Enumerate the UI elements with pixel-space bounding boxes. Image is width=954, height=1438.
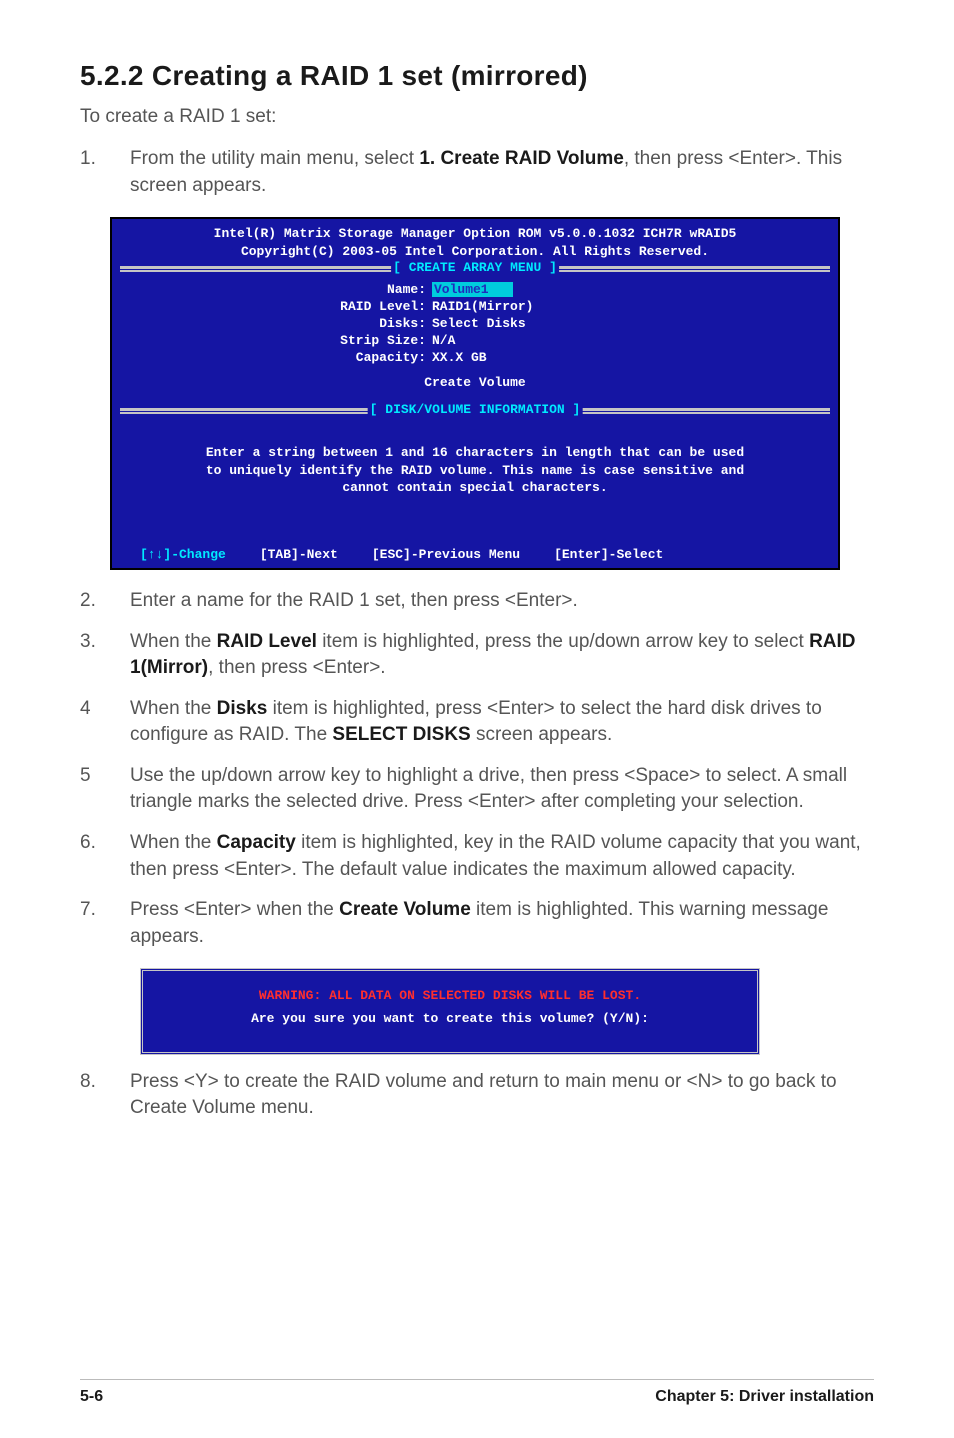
- bold-text: Create Volume: [339, 899, 471, 920]
- bold-text: SELECT DISKS: [332, 724, 470, 745]
- text: Enter a name for the RAID 1 set, then pr…: [130, 590, 578, 611]
- field-value: Select Disks: [432, 316, 526, 331]
- text: Use the up/down arrow key to highlight a…: [130, 765, 847, 813]
- info-line: cannot contain special characters.: [140, 479, 810, 497]
- field-label: Strip Size:: [122, 333, 432, 348]
- bold-text: RAID Level: [217, 631, 317, 652]
- text: , then press <Enter>.: [208, 657, 385, 678]
- bios-header: Intel(R) Matrix Storage Manager Option R…: [112, 219, 838, 266]
- disk-volume-info: Enter a string between 1 and 16 characte…: [112, 414, 838, 541]
- field-value: N/A: [432, 333, 455, 348]
- key-hint: [TAB]-Next: [260, 547, 338, 562]
- warning-screenshot: WARNING: ALL DATA ON SELECTED DISKS WILL…: [140, 968, 760, 1054]
- step-list-1: 1. From the utility main menu, select 1.…: [80, 146, 874, 199]
- field-label: Capacity:: [122, 350, 432, 365]
- section-heading: 5.2.2 Creating a RAID 1 set (mirrored): [80, 60, 874, 92]
- field-label: Disks:: [122, 316, 432, 331]
- text: Press <Enter> when the: [130, 899, 339, 920]
- step-number: 8.: [80, 1069, 96, 1096]
- field-label: RAID Level:: [122, 299, 432, 314]
- step-7: 7. Press <Enter> when the Create Volume …: [80, 897, 874, 950]
- step-3: 3. When the RAID Level item is highlight…: [80, 629, 874, 682]
- step-6: 6. When the Capacity item is highlighted…: [80, 830, 874, 883]
- text: screen appears.: [471, 724, 613, 745]
- step-number: 7.: [80, 897, 96, 924]
- info-line: Enter a string between 1 and 16 characte…: [140, 444, 810, 462]
- step-number: 3.: [80, 629, 96, 656]
- key-hint: [Enter]-Select: [554, 547, 663, 562]
- text: item is highlighted, press the up/down a…: [317, 631, 809, 652]
- bios-keymap: [↑↓]-Change [TAB]-Next [ESC]-Previous Me…: [112, 541, 838, 568]
- step-4: 4 When the Disks item is highlighted, pr…: [80, 696, 874, 749]
- chapter-title: Chapter 5: Driver installation: [655, 1388, 874, 1406]
- step-8: 8. Press <Y> to create the RAID volume a…: [80, 1069, 874, 1122]
- intro-text: To create a RAID 1 set:: [80, 106, 874, 128]
- field-value: XX.X GB: [432, 350, 487, 365]
- step-5: 5 Use the up/down arrow key to highlight…: [80, 763, 874, 816]
- field-label: Name:: [122, 282, 432, 297]
- text: When the: [130, 631, 217, 652]
- step-list-3: 8. Press <Y> to create the RAID volume a…: [80, 1069, 874, 1122]
- step-number: 1.: [80, 146, 96, 173]
- step-number: 4: [80, 696, 91, 723]
- text: When the: [130, 832, 217, 853]
- bios-screenshot: Intel(R) Matrix Storage Manager Option R…: [110, 217, 840, 570]
- text: Press <Y> to create the RAID volume and …: [130, 1071, 837, 1119]
- bold-text: 1. Create RAID Volume: [419, 148, 623, 169]
- bold-text: Disks: [217, 698, 268, 719]
- create-array-menu: Name:Volume1 RAID Level:RAID1(Mirror) Di…: [112, 272, 838, 408]
- warning-line-1: WARNING: ALL DATA ON SELECTED DISKS WILL…: [163, 985, 737, 1007]
- step-1: 1. From the utility main menu, select 1.…: [80, 146, 874, 199]
- separator-label: [ DISK/VOLUME INFORMATION ]: [368, 402, 583, 417]
- name-input[interactable]: Volume1: [432, 282, 513, 297]
- step-number: 2.: [80, 588, 96, 615]
- create-volume-action: Create Volume: [122, 375, 828, 390]
- bios-title-2: Copyright(C) 2003-05 Intel Corporation. …: [112, 243, 838, 261]
- text: When the: [130, 698, 217, 719]
- separator: [ DISK/VOLUME INFORMATION ]: [120, 408, 830, 414]
- key-hint: [ESC]-Previous Menu: [372, 547, 520, 562]
- step-number: 6.: [80, 830, 96, 857]
- bios-title-1: Intel(R) Matrix Storage Manager Option R…: [112, 225, 838, 243]
- step-2: 2. Enter a name for the RAID 1 set, then…: [80, 588, 874, 615]
- step-number: 5: [80, 763, 91, 790]
- page-footer: 5-6 Chapter 5: Driver installation: [80, 1379, 874, 1406]
- info-line: to uniquely identify the RAID volume. Th…: [140, 462, 810, 480]
- bold-text: Capacity: [217, 832, 296, 853]
- text: From the utility main menu, select: [130, 148, 419, 169]
- separator-label: [ CREATE ARRAY MENU ]: [391, 260, 559, 275]
- page-number: 5-6: [80, 1388, 103, 1406]
- key-hint: [↑↓]-Change: [140, 547, 226, 562]
- step-list-2: 2. Enter a name for the RAID 1 set, then…: [80, 588, 874, 951]
- separator: [ CREATE ARRAY MENU ]: [120, 266, 830, 272]
- warning-line-2: Are you sure you want to create this vol…: [163, 1008, 737, 1030]
- field-value: RAID1(Mirror): [432, 299, 533, 314]
